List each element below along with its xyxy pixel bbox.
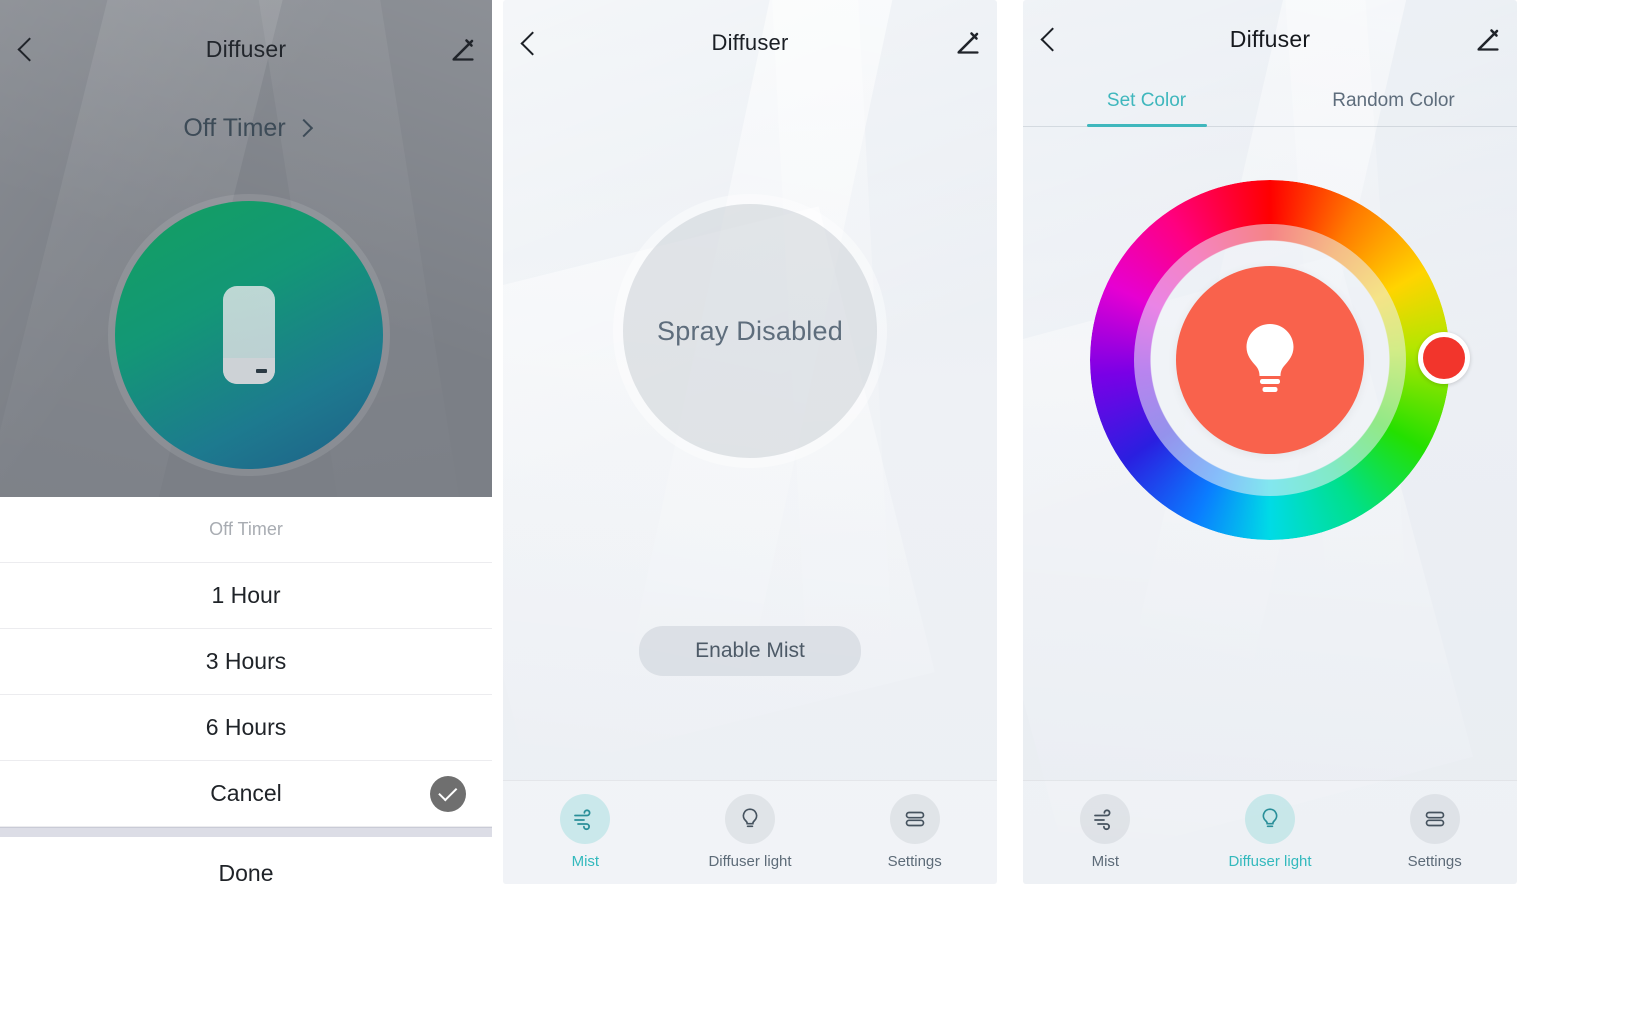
wind-icon (560, 794, 611, 844)
tab-label: Settings (887, 853, 942, 870)
tab-label: Settings (1407, 853, 1462, 870)
tab-label: Random Color (1332, 90, 1455, 111)
page-title: Diffuser (205, 36, 287, 62)
pencil-icon (1477, 28, 1499, 51)
screenshot-stage: Diffuser Off Timer Off Timer 1 Hour 3 Ho… (0, 0, 1649, 1024)
color-mode-tabs: Set Color Random Color (1023, 80, 1517, 127)
bulb-icon (1246, 324, 1294, 392)
tab-label: Mist (571, 853, 600, 870)
edit-button[interactable] (939, 30, 997, 56)
light-preview-button[interactable] (1176, 266, 1364, 454)
option-cancel[interactable]: Cancel (0, 761, 492, 827)
tab-mist[interactable]: Mist (503, 781, 668, 870)
phone-screen-mist: Diffuser Spray Disabled Enable Mist Mist… (503, 0, 997, 884)
chevron-left-icon (519, 30, 545, 56)
chevron-left-icon (16, 37, 42, 62)
enable-mist-label: Enable Mist (695, 639, 805, 662)
enable-mist-button[interactable]: Enable Mist (639, 626, 861, 676)
off-timer-link-label: Off Timer (183, 114, 286, 142)
phone-screen-off-timer: Diffuser Off Timer Off Timer 1 Hour 3 Ho… (0, 0, 492, 884)
tab-label: Diffuser light (1228, 853, 1312, 870)
option-label: 6 Hours (205, 714, 287, 740)
option-1-hour[interactable]: 1 Hour (0, 563, 492, 629)
power-toggle-button[interactable] (115, 201, 383, 469)
bulb-icon (1245, 794, 1295, 844)
tab-settings[interactable]: Settings (832, 781, 997, 870)
option-6-hours[interactable]: 6 Hours (0, 695, 492, 761)
tab-label: Diffuser light (708, 853, 792, 870)
option-label: 1 Hour (211, 582, 281, 608)
tab-diffuser-light[interactable]: Diffuser light (1188, 781, 1353, 870)
back-button[interactable] (1023, 27, 1081, 52)
back-button[interactable] (503, 30, 561, 56)
chevron-right-icon (294, 118, 313, 138)
chevron-left-icon (1039, 27, 1065, 52)
color-wheel-handle[interactable] (1418, 332, 1470, 384)
sheet-divider (0, 827, 492, 837)
page-title: Diffuser (711, 30, 789, 55)
tab-label: Mist (1091, 853, 1120, 870)
panel3-tabbar: Mist Diffuser light Settings (1023, 780, 1517, 884)
bulb-icon (725, 794, 775, 844)
panel2-navbar: Diffuser (503, 30, 997, 56)
tab-mist[interactable]: Mist (1023, 781, 1188, 870)
done-label: Done (218, 859, 274, 885)
option-label: 3 Hours (205, 648, 287, 674)
check-icon[interactable] (430, 775, 466, 812)
switch-icon (223, 286, 275, 384)
wind-icon (1080, 794, 1131, 844)
option-label: Cancel (210, 780, 282, 806)
tab-set-color[interactable]: Set Color (1023, 80, 1270, 126)
off-timer-action-sheet: Off Timer 1 Hour 3 Hours 6 Hours Cancel … (0, 497, 492, 884)
phone-screen-diffuser-light: Diffuser Set Color Random Color Mist Dif… (1023, 0, 1517, 884)
panel1-navbar: Diffuser (0, 36, 492, 63)
done-button[interactable]: Done (0, 837, 492, 885)
option-3-hours[interactable]: 3 Hours (0, 629, 492, 695)
color-wheel[interactable] (1090, 180, 1470, 540)
edit-button[interactable] (1459, 27, 1517, 53)
edit-button[interactable] (434, 37, 492, 63)
spray-status-button[interactable]: Spray Disabled (623, 204, 877, 458)
sliders-icon (1409, 794, 1460, 844)
spray-status-ring: Spray Disabled (613, 194, 887, 468)
pencil-icon (957, 32, 979, 54)
panel2-tabbar: Mist Diffuser light Settings (503, 780, 997, 884)
pencil-icon (452, 38, 474, 61)
check-glyph (437, 781, 457, 801)
tab-diffuser-light[interactable]: Diffuser light (668, 781, 833, 870)
sheet-header: Off Timer (0, 497, 492, 563)
power-ring (108, 194, 390, 476)
sliders-icon (889, 794, 940, 844)
tab-settings[interactable]: Settings (1352, 781, 1517, 870)
page-title: Diffuser (1229, 26, 1311, 52)
tab-random-color[interactable]: Random Color (1270, 80, 1517, 126)
tab-label: Set Color (1106, 90, 1187, 111)
spray-status-label: Spray Disabled (657, 315, 843, 346)
off-timer-link[interactable]: Off Timer (0, 114, 492, 143)
panel3-navbar: Diffuser (1023, 26, 1517, 53)
back-button[interactable] (0, 37, 58, 62)
